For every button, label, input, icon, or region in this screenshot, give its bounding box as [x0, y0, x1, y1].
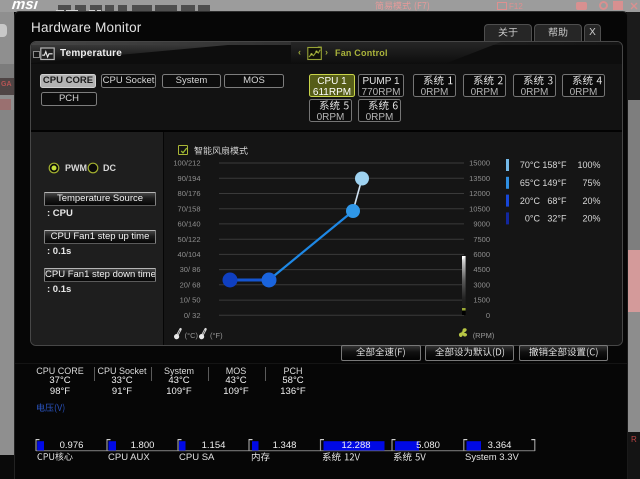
- svg-text:65°C: 65°C: [520, 178, 541, 188]
- svg-text:12000: 12000: [469, 189, 490, 198]
- svg-text:149°F: 149°F: [542, 178, 567, 188]
- svg-text:30/ 86: 30/ 86: [180, 265, 201, 274]
- svg-text:60/140: 60/140: [178, 220, 201, 229]
- svg-text:100%: 100%: [577, 160, 600, 170]
- svg-text:20°C: 20°C: [520, 196, 541, 206]
- svg-text:0°C: 0°C: [525, 214, 541, 224]
- svg-text:68°F: 68°F: [547, 196, 567, 206]
- svg-text:90/194: 90/194: [178, 174, 201, 183]
- svg-text:20%: 20%: [582, 214, 600, 224]
- svg-text:70/158: 70/158: [178, 204, 201, 213]
- svg-text:32°F: 32°F: [547, 214, 567, 224]
- svg-text:70°C: 70°C: [520, 160, 541, 170]
- svg-text:1500: 1500: [473, 296, 490, 305]
- svg-text:4500: 4500: [473, 265, 490, 274]
- svg-text:(RPM): (RPM): [473, 331, 495, 340]
- svg-text:13500: 13500: [469, 174, 490, 183]
- svg-text:80/176: 80/176: [178, 189, 201, 198]
- svg-text:158°F: 158°F: [542, 160, 567, 170]
- svg-text:50/122: 50/122: [178, 235, 201, 244]
- svg-text:3000: 3000: [473, 280, 490, 289]
- svg-text:100/212: 100/212: [173, 159, 200, 168]
- svg-text:20/ 68: 20/ 68: [180, 280, 201, 289]
- svg-text:10500: 10500: [469, 204, 490, 213]
- svg-text:15000: 15000: [469, 159, 490, 168]
- svg-text:75%: 75%: [582, 178, 600, 188]
- svg-text:(°F): (°F): [210, 331, 223, 340]
- svg-text:10/ 50: 10/ 50: [180, 296, 201, 305]
- svg-text:0/ 32: 0/ 32: [184, 311, 201, 320]
- svg-text:20%: 20%: [582, 196, 600, 206]
- svg-text:0: 0: [486, 311, 490, 320]
- svg-text:(°C): (°C): [185, 331, 199, 340]
- svg-text:40/104: 40/104: [178, 250, 201, 259]
- svg-text:6000: 6000: [473, 250, 490, 259]
- svg-text:9000: 9000: [473, 220, 490, 229]
- svg-text:7500: 7500: [473, 235, 490, 244]
